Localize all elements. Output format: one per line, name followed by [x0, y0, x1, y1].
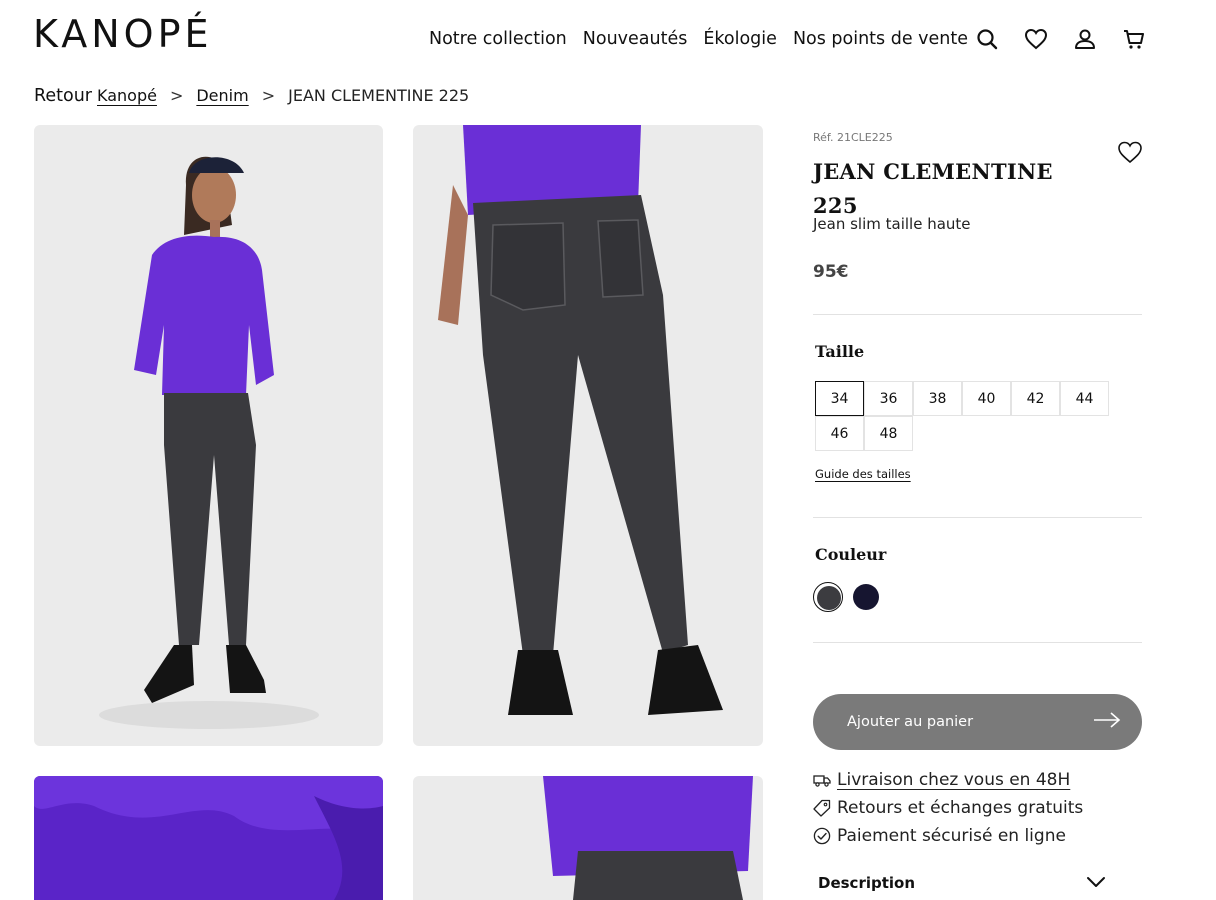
nav-item-nouveautes[interactable]: Nouveautés — [583, 27, 688, 51]
color-swatch-navy[interactable] — [851, 582, 881, 612]
user-icon[interactable] — [1073, 27, 1097, 51]
size-option-46[interactable]: 46 — [815, 416, 864, 451]
product-title: JEAN CLEMENTINE 225 — [813, 159, 1053, 218]
perk-delivery-link[interactable]: Livraison chez vous en 48H — [837, 770, 1070, 790]
product-photo-back[interactable] — [413, 125, 763, 746]
perk-returns-text: Retours et échanges gratuits — [837, 798, 1084, 818]
product-price: 95€ — [813, 262, 849, 282]
divider — [813, 314, 1142, 315]
header-icons — [975, 27, 1146, 51]
heart-icon[interactable] — [1117, 139, 1143, 165]
search-icon[interactable] — [975, 27, 999, 51]
breadcrumb-current: JEAN CLEMENTINE 225 — [288, 86, 470, 105]
nav-item-points-de-vente[interactable]: Nos points de vente — [793, 27, 968, 51]
chevron-down-icon — [1086, 874, 1106, 892]
product-photo-front[interactable] — [34, 125, 383, 746]
size-heading: Taille — [815, 342, 865, 361]
divider — [813, 517, 1142, 518]
size-option-36[interactable]: 36 — [864, 381, 913, 416]
product-photo-detail-waist[interactable] — [413, 776, 763, 900]
logo[interactable]: KANOPÉ — [33, 12, 213, 56]
nav-item-collection[interactable]: Notre collection — [429, 27, 567, 51]
add-to-cart-button[interactable]: Ajouter au panier — [813, 694, 1142, 750]
description-label: Description — [818, 874, 916, 892]
nav-item-ekologie[interactable]: Ékologie — [703, 27, 777, 51]
color-swatch-dot — [853, 584, 879, 610]
product-ref: Réf. 21CLE225 — [813, 131, 893, 144]
size-option-40[interactable]: 40 — [962, 381, 1011, 416]
tag-icon — [813, 799, 831, 817]
description-accordion[interactable]: Description — [818, 874, 1106, 892]
size-selector: 34 36 38 40 42 44 46 48 — [815, 381, 1115, 451]
main-nav: Notre collection Nouveautés Ékologie Nos… — [429, 27, 968, 51]
size-option-34[interactable]: 34 — [815, 381, 864, 416]
color-selector — [813, 582, 881, 612]
size-guide-link[interactable]: Guide des tailles — [815, 467, 911, 481]
heart-icon[interactable] — [1024, 27, 1048, 51]
breadcrumb-separator: > — [169, 86, 184, 105]
product-photo-detail-sweater[interactable] — [34, 776, 383, 900]
color-swatch-dot — [817, 586, 841, 610]
breadcrumb: Retour Kanopé > Denim > JEAN CLEMENTINE … — [34, 85, 469, 107]
breadcrumb-separator: > — [261, 86, 276, 105]
add-to-cart-label: Ajouter au panier — [847, 714, 974, 730]
perk-returns: Retours et échanges gratuits — [813, 798, 1083, 818]
perk-payment: Paiement sécurisé en ligne — [813, 826, 1066, 846]
color-swatch-grey[interactable] — [813, 582, 843, 612]
divider — [813, 642, 1142, 643]
breadcrumb-back: Retour — [34, 86, 92, 106]
truck-icon — [813, 771, 831, 789]
check-circle-icon — [813, 827, 831, 845]
arrow-right-icon — [1092, 710, 1122, 734]
size-option-38[interactable]: 38 — [913, 381, 962, 416]
size-option-48[interactable]: 48 — [864, 416, 913, 451]
product-subtitle: Jean slim taille haute — [813, 215, 971, 233]
breadcrumb-link-denim[interactable]: Denim — [196, 85, 248, 107]
color-heading: Couleur — [815, 545, 887, 564]
cart-icon[interactable] — [1122, 27, 1146, 51]
breadcrumb-link-kanope[interactable]: Kanopé — [97, 85, 157, 107]
perk-payment-text: Paiement sécurisé en ligne — [837, 826, 1066, 846]
size-option-44[interactable]: 44 — [1060, 381, 1109, 416]
size-option-42[interactable]: 42 — [1011, 381, 1060, 416]
perk-delivery: Livraison chez vous en 48H — [813, 770, 1070, 790]
